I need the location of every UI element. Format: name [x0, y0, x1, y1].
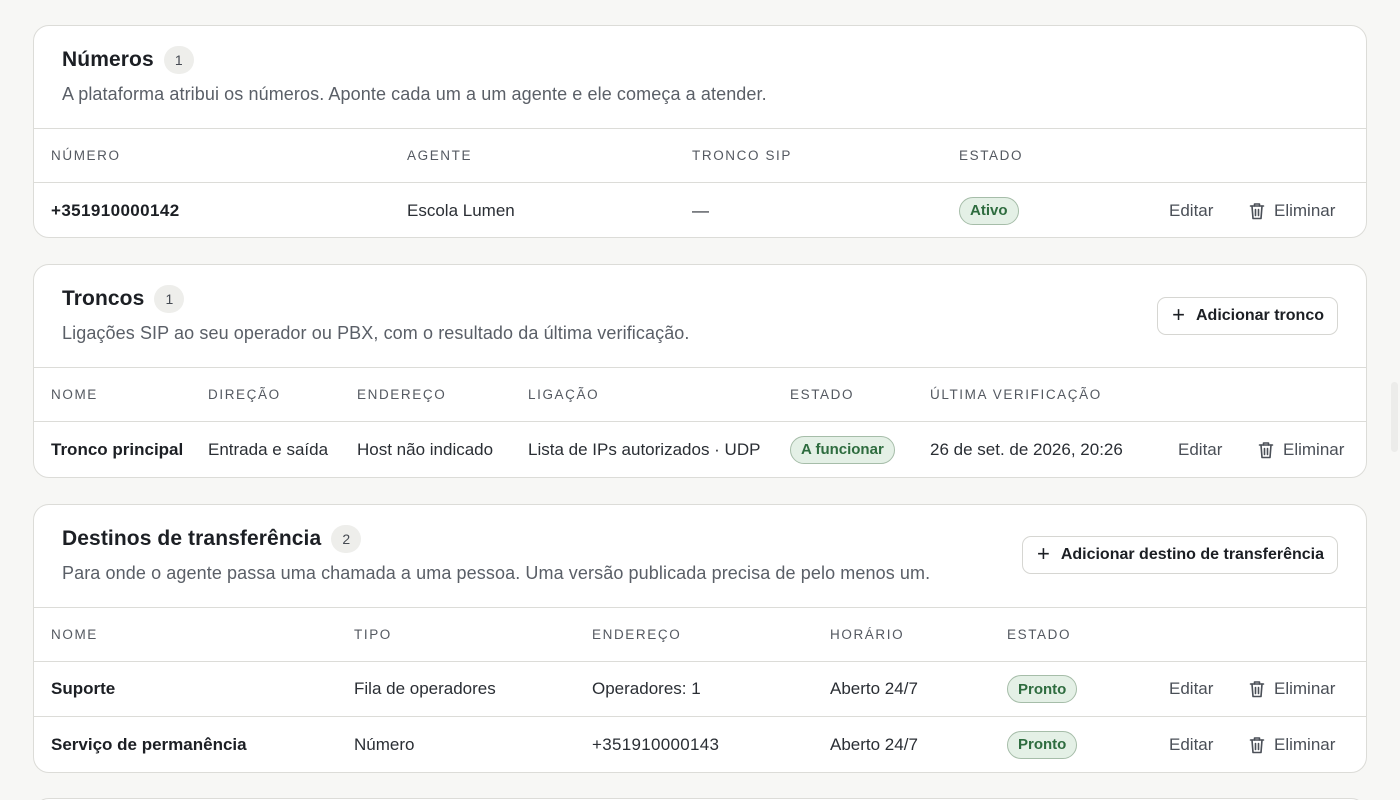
trunk-address: Host não indicado [357, 439, 494, 459]
trunks-table: NOME DIREÇÃO ENDEREÇO LIGAÇÃO ESTADO ÚLT… [34, 367, 1366, 477]
status-badge: A funcionar [790, 435, 895, 464]
destination-name: Suporte [51, 679, 116, 698]
status-badge: Pronto [1007, 730, 1078, 759]
column-header-endereco: ENDEREÇO [357, 387, 447, 402]
table-row: Suporte Fila de operadores Operadores: 1… [34, 662, 1366, 717]
status-badge: Pronto [1007, 675, 1078, 703]
numbers-subtitle: A plataforma atribui os números. Aponte … [62, 84, 767, 104]
transfers-count-badge: 2 [331, 525, 362, 553]
destination-name: Serviço de permanência [51, 734, 247, 754]
column-header-numero: NÚMERO [51, 148, 121, 163]
column-header-estado: ESTADO [1007, 627, 1072, 642]
delete-button[interactable]: Eliminar [1249, 183, 1336, 237]
table-row: +351910000142 Escola Lumen — Ativo Edita… [34, 183, 1366, 237]
transfers-table: NOME TIPO ENDEREÇO HORÁRIO ESTADO Suport… [34, 607, 1366, 772]
trunk-name: Tronco principal [51, 439, 184, 459]
column-header-direcao: DIREÇÃO [208, 387, 281, 402]
trunk-connection: Lista de IPs autorizados · UDP [528, 439, 761, 459]
column-header-tronco-sip: TRONCO SIP [692, 148, 793, 163]
delete-button[interactable]: Eliminar [1258, 422, 1344, 477]
sip-trunk-value: — [692, 200, 709, 220]
trash-icon [1249, 736, 1265, 754]
table-row: Tronco principal Entrada e saída Host nã… [34, 422, 1366, 477]
destination-address: Operadores: 1 [592, 679, 701, 698]
edit-button[interactable]: Editar [1169, 717, 1213, 772]
trash-icon [1258, 441, 1274, 459]
numbers-title: Números [62, 48, 154, 71]
delete-label: Eliminar [1283, 439, 1345, 459]
delete-button[interactable]: Eliminar [1249, 662, 1335, 716]
column-header-endereco: ENDEREÇO [592, 627, 682, 642]
column-header-tipo: TIPO [354, 627, 392, 642]
add-transfer-label: Adicionar destino de transferência [1060, 546, 1324, 563]
column-header-estado: ESTADO [790, 387, 855, 402]
trunks-count-badge: 1 [154, 285, 185, 313]
number-value: +351910000142 [51, 200, 180, 220]
plus-icon: + [1036, 541, 1050, 566]
delete-label: Eliminar [1274, 679, 1336, 698]
delete-button[interactable]: Eliminar [1249, 717, 1335, 772]
numbers-table-header: NÚMERO AGENTE TRONCO SIP ESTADO [34, 129, 1366, 183]
trash-icon [1249, 202, 1265, 220]
trunk-last-check: 26 de set. de 2026, 20:26 [930, 439, 1123, 459]
edit-button[interactable]: Editar [1169, 183, 1213, 237]
destination-type: Fila de operadores [354, 679, 496, 698]
transfers-table-header: NOME TIPO ENDEREÇO HORÁRIO ESTADO [34, 608, 1366, 662]
transfer-destinations-card: Destinos de transferência 2 Para onde o … [33, 504, 1367, 773]
trunk-direction: Entrada e saída [208, 439, 329, 459]
transfers-title: Destinos de transferência [62, 527, 322, 550]
delete-label: Eliminar [1274, 200, 1336, 220]
status-badge: Ativo [959, 196, 1019, 225]
add-transfer-destination-button[interactable]: + Adicionar destino de transferência [1021, 536, 1338, 574]
trunks-title: Troncos [62, 287, 145, 310]
trunks-card: Troncos 1 Ligações SIP ao seu operador o… [33, 264, 1367, 478]
plus-icon: + [1172, 302, 1185, 327]
agent-value: Escola Lumen [407, 200, 515, 220]
transfers-header: Destinos de transferência 2 Para onde o … [34, 505, 1366, 584]
numbers-count-badge: 1 [163, 46, 194, 74]
trunks-table-header: NOME DIREÇÃO ENDEREÇO LIGAÇÃO ESTADO ÚLT… [34, 368, 1366, 422]
delete-label: Eliminar [1274, 734, 1336, 754]
destination-hours: Aberto 24/7 [830, 679, 918, 698]
destination-type: Número [354, 734, 415, 754]
trash-icon [1249, 680, 1265, 698]
table-row: Serviço de permanência Número +351910000… [34, 717, 1366, 772]
scrollbar-thumb[interactable] [1391, 382, 1398, 452]
add-trunk-label: Adicionar tronco [1195, 307, 1324, 324]
numbers-card: Números 1 A plataforma atribui os número… [33, 25, 1367, 238]
column-header-nome: NOME [51, 627, 98, 642]
trunks-subtitle: Ligações SIP ao seu operador ou PBX, com… [62, 323, 690, 343]
column-header-horario: HORÁRIO [830, 627, 905, 642]
column-header-nome: NOME [51, 387, 98, 402]
column-header-estado: ESTADO [959, 148, 1024, 163]
add-trunk-button[interactable]: + Adicionar tronco [1157, 297, 1338, 335]
destination-address: +351910000143 [592, 734, 720, 754]
numbers-header: Números 1 A plataforma atribui os número… [34, 26, 1366, 105]
column-header-agente: AGENTE [407, 148, 473, 163]
edit-button[interactable]: Editar [1169, 662, 1213, 716]
numbers-table: NÚMERO AGENTE TRONCO SIP ESTADO +3519100… [34, 128, 1366, 237]
column-header-ligacao: LIGAÇÃO [528, 387, 600, 402]
trunks-header: Troncos 1 Ligações SIP ao seu operador o… [34, 265, 1366, 344]
destination-hours: Aberto 24/7 [830, 734, 918, 754]
column-header-ultima-verificacao: ÚLTIMA VERIFICAÇÃO [930, 387, 1102, 402]
edit-button[interactable]: Editar [1178, 422, 1222, 477]
